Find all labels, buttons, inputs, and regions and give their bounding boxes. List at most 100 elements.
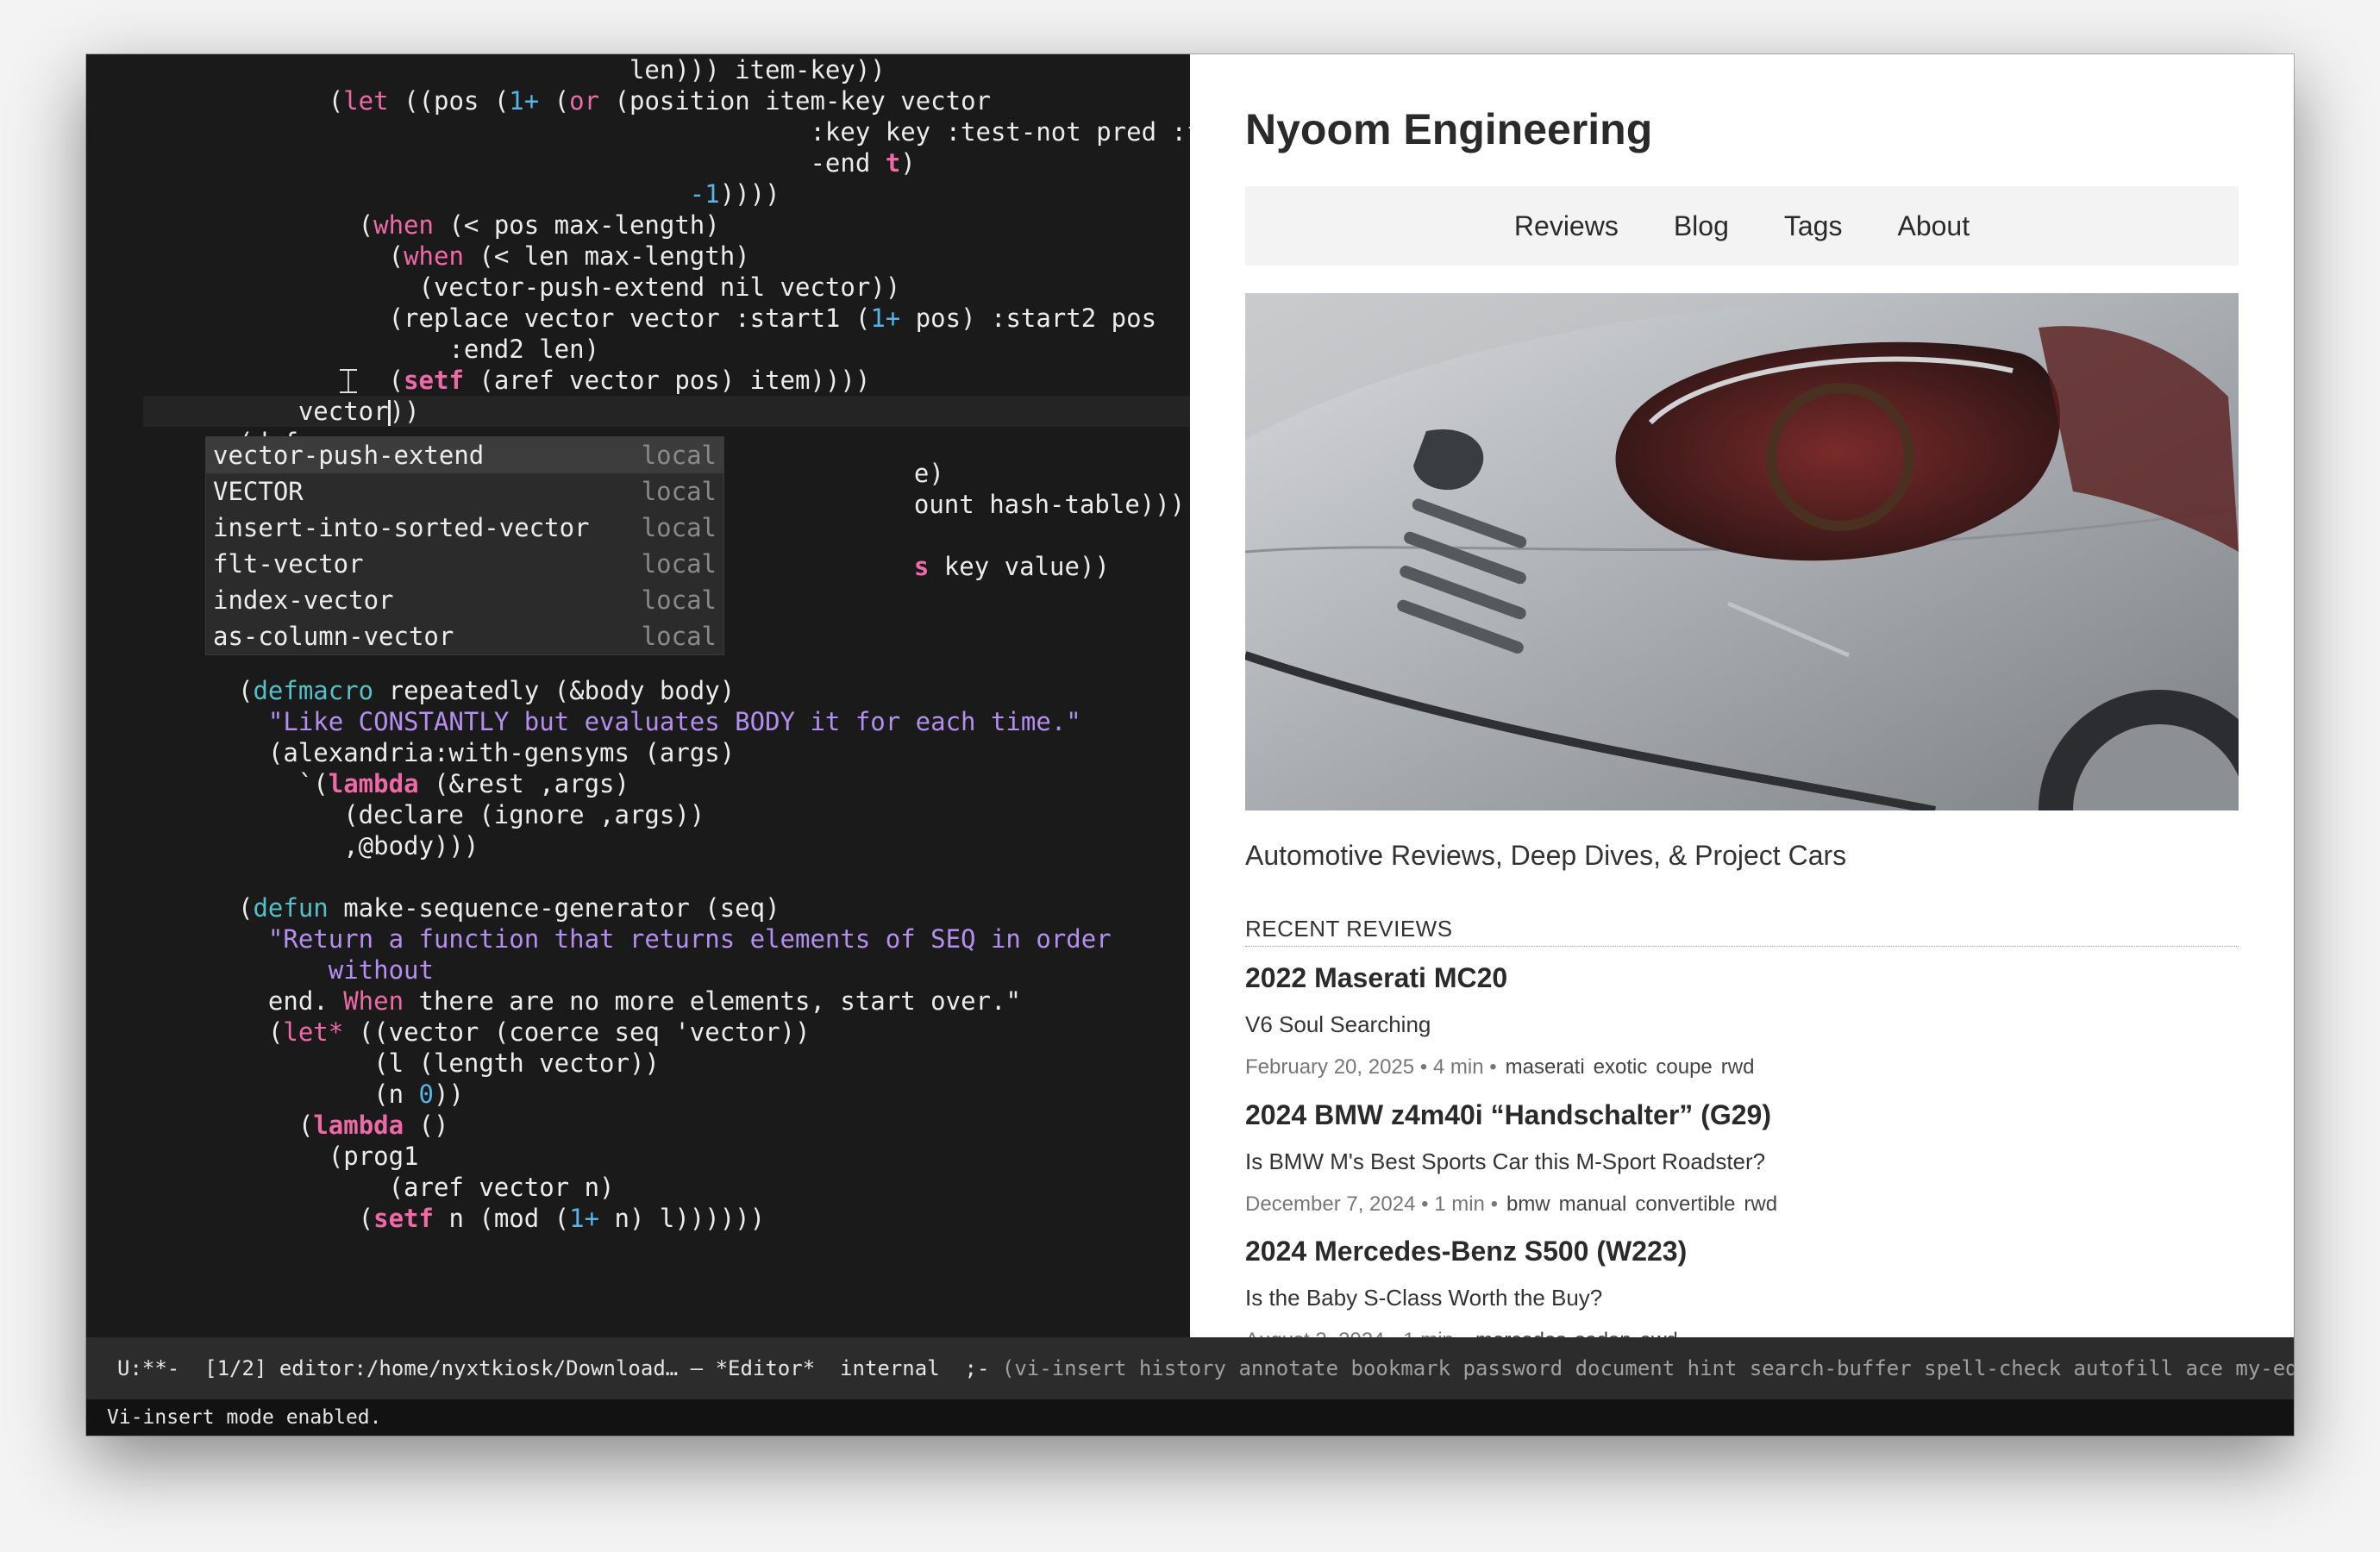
code-token: (	[238, 366, 404, 395]
post-tag-link[interactable]: awd	[1640, 1329, 1678, 1337]
code-line[interactable]: "Return a function that returns elements…	[86, 923, 1190, 954]
code-line-text: without	[86, 954, 434, 986]
code-line[interactable]: (let ((pos (1+ (or (position item-key ve…	[86, 85, 1190, 116]
code-line[interactable]: (defun make-sequence-generator (seq)	[86, 892, 1190, 923]
code-line-fragment: ount hash-table)))	[914, 489, 1185, 520]
completion-label: flt-vector	[213, 549, 364, 579]
code-token: setf	[373, 1204, 434, 1233]
code-line[interactable]: `(lambda (&rest ,args)	[86, 768, 1190, 799]
completion-kind: local	[641, 513, 717, 542]
code-line[interactable]: "Like CONSTANTLY but evaluates BODY it f…	[86, 706, 1190, 737]
completion-item[interactable]: VECTOR local	[206, 473, 723, 510]
code-line-text: (defun make-sequence-generator (seq)	[86, 892, 780, 923]
status-modeline: U:**- [1/2] editor:/home/nyxtkiosk/Downl…	[86, 1337, 2294, 1399]
nav-tags[interactable]: Tags	[1784, 210, 1843, 242]
code-line[interactable]: vector))	[143, 396, 1190, 427]
hero-car-image	[1245, 293, 2239, 810]
post-tag-link[interactable]: sedan	[1575, 1329, 1631, 1337]
code-token: e)	[913, 459, 944, 488]
completion-label: as-column-vector	[213, 622, 454, 651]
code-token: ))	[433, 1080, 464, 1109]
code-line[interactable]: :end2 len)	[86, 334, 1190, 365]
browser-pane[interactable]: Nyoom Engineering Reviews Blog Tags Abou…	[1190, 54, 2294, 1337]
post-tag-link[interactable]: rwd	[1744, 1192, 1777, 1216]
code-line[interactable]: (when (< pos max-length)	[86, 210, 1190, 241]
post-tag-link[interactable]: rwd	[1721, 1055, 1755, 1079]
nav-reviews[interactable]: Reviews	[1514, 210, 1619, 242]
completion-kind: local	[641, 441, 717, 470]
code-token: (	[238, 893, 254, 923]
code-line[interactable]: end. When there are no more elements, st…	[86, 986, 1190, 1017]
code-line[interactable]: (setf (aref vector pos) item))))	[86, 365, 1190, 396]
post-tag-link[interactable]: manual	[1559, 1192, 1627, 1216]
nav-blog[interactable]: Blog	[1674, 210, 1729, 242]
post-item: 2022 Maserati MC20 V6 Soul Searching Febru…	[1245, 962, 2239, 1080]
code-line-text: :end2 len)	[86, 334, 599, 365]
post-meta: February 20, 2025 • 4 min • maserati exoti…	[1245, 1055, 2239, 1080]
code-line[interactable]: (setf n (mod (1+ n) l))))))	[86, 1203, 1190, 1234]
completion-popup[interactable]: vector-push-extend local VECTOR local insert…	[205, 436, 724, 655]
minibuffer[interactable]: Vi-insert mode enabled.	[86, 1399, 2294, 1436]
code-token: 1+	[870, 304, 901, 333]
post-title-link[interactable]: 2024 BMW z4m40i “Handschalter” (G29)	[1245, 1099, 2239, 1131]
nav-about[interactable]: About	[1897, 210, 1970, 242]
code-token: (prog1	[238, 1142, 419, 1171]
completion-item[interactable]: vector-push-extend local	[206, 437, 723, 473]
post-tag-link[interactable]: convertible	[1635, 1192, 1735, 1216]
code-line-text: (let ((pos (1+ (or (position item-key ve…	[86, 85, 991, 116]
site-title[interactable]: Nyoom Engineering	[1245, 104, 1652, 154]
post-tag-link[interactable]: maserati	[1506, 1055, 1585, 1079]
code-line[interactable]: -end t)	[86, 147, 1190, 178]
code-line[interactable]: (alexandria:with-gensyms (args)	[86, 737, 1190, 768]
code-line[interactable]: (vector-push-extend nil vector))	[86, 272, 1190, 303]
silver-car-illustration	[1245, 293, 2239, 810]
code-line-text: -1))))	[86, 178, 780, 210]
code-line-text: "Like CONSTANTLY but evaluates BODY it f…	[86, 706, 1081, 737]
code-line[interactable]: (n 0))	[86, 1079, 1190, 1110]
code-line[interactable]: without	[86, 954, 1190, 986]
code-token: `(	[238, 769, 329, 798]
code-line-fragment: e)	[914, 458, 944, 489]
completion-item[interactable]: index-vector local	[206, 582, 723, 618]
post-title-link[interactable]: 2022 Maserati MC20	[1245, 962, 2239, 994]
post-title-link[interactable]: 2024 Mercedes-Benz S500 (W223)	[1245, 1236, 2239, 1267]
code-line[interactable]: len))) item-key))	[86, 54, 1190, 85]
code-line-text: (lambda ()	[86, 1110, 449, 1141]
code-line-text: (aref vector n)	[86, 1172, 615, 1203]
code-line[interactable]: :key key :test-not pred :from	[86, 116, 1190, 147]
code-line[interactable]: -1))))	[86, 178, 1190, 210]
code-editor-pane[interactable]: len))) item-key)) (let ((pos (1+ (or (po…	[86, 54, 1190, 1337]
code-token: -end	[238, 148, 886, 178]
code-line[interactable]: (replace vector vector :start1 (1+ pos) …	[86, 303, 1190, 334]
completion-kind: local	[641, 549, 717, 579]
post-item: 2024 BMW z4m40i “Handschalter” (G29) Is B…	[1245, 1099, 2239, 1217]
code-line[interactable]: (aref vector n)	[86, 1172, 1190, 1203]
completion-item[interactable]: insert-into-sorted-vector local	[206, 510, 723, 546]
post-subtitle: Is BMW M's Best Sports Car this M-Sport …	[1245, 1148, 1766, 1174]
code-line-text: (let* ((vector (coerce seq 'vector))	[86, 1017, 811, 1048]
post-tag-link[interactable]: mercedes	[1475, 1329, 1566, 1337]
completion-label: insert-into-sorted-vector	[213, 513, 590, 542]
code-line[interactable]: (let* ((vector (coerce seq 'vector))	[86, 1017, 1190, 1048]
post-tag-link[interactable]: exotic	[1594, 1055, 1648, 1079]
post-tag-link[interactable]: coupe	[1656, 1055, 1712, 1079]
code-line-text: (alexandria:with-gensyms (args)	[86, 737, 735, 768]
app-window: len))) item-key)) (let ((pos (1+ (or (po…	[86, 54, 2294, 1436]
code-line[interactable]: (defmacro repeatedly (&body body)	[86, 675, 1190, 706]
completion-item[interactable]: flt-vector local	[206, 546, 723, 582]
completion-item[interactable]: as-column-vector local	[206, 618, 723, 654]
code-line-text: -end t)	[86, 147, 915, 178]
code-line[interactable]: (prog1	[86, 1141, 1190, 1172]
code-line[interactable]: (l (length vector))	[86, 1048, 1190, 1079]
post-tag-link[interactable]: bmw	[1506, 1192, 1550, 1216]
code-line[interactable]: (lambda ()	[86, 1110, 1190, 1141]
text-cursor-ibeam-icon: ⌶	[338, 362, 359, 402]
code-line[interactable]	[86, 861, 1190, 892]
code-line[interactable]: ,@body)))	[86, 830, 1190, 861]
code-token: (position item-key vector	[599, 86, 992, 116]
code-line[interactable]: (when (< len max-length)	[86, 241, 1190, 272]
code-token: (vector-push-extend nil vector))	[238, 272, 901, 302]
code-line[interactable]: (declare (ignore ,args))	[86, 799, 1190, 830]
code-token: lambda	[313, 1111, 404, 1140]
